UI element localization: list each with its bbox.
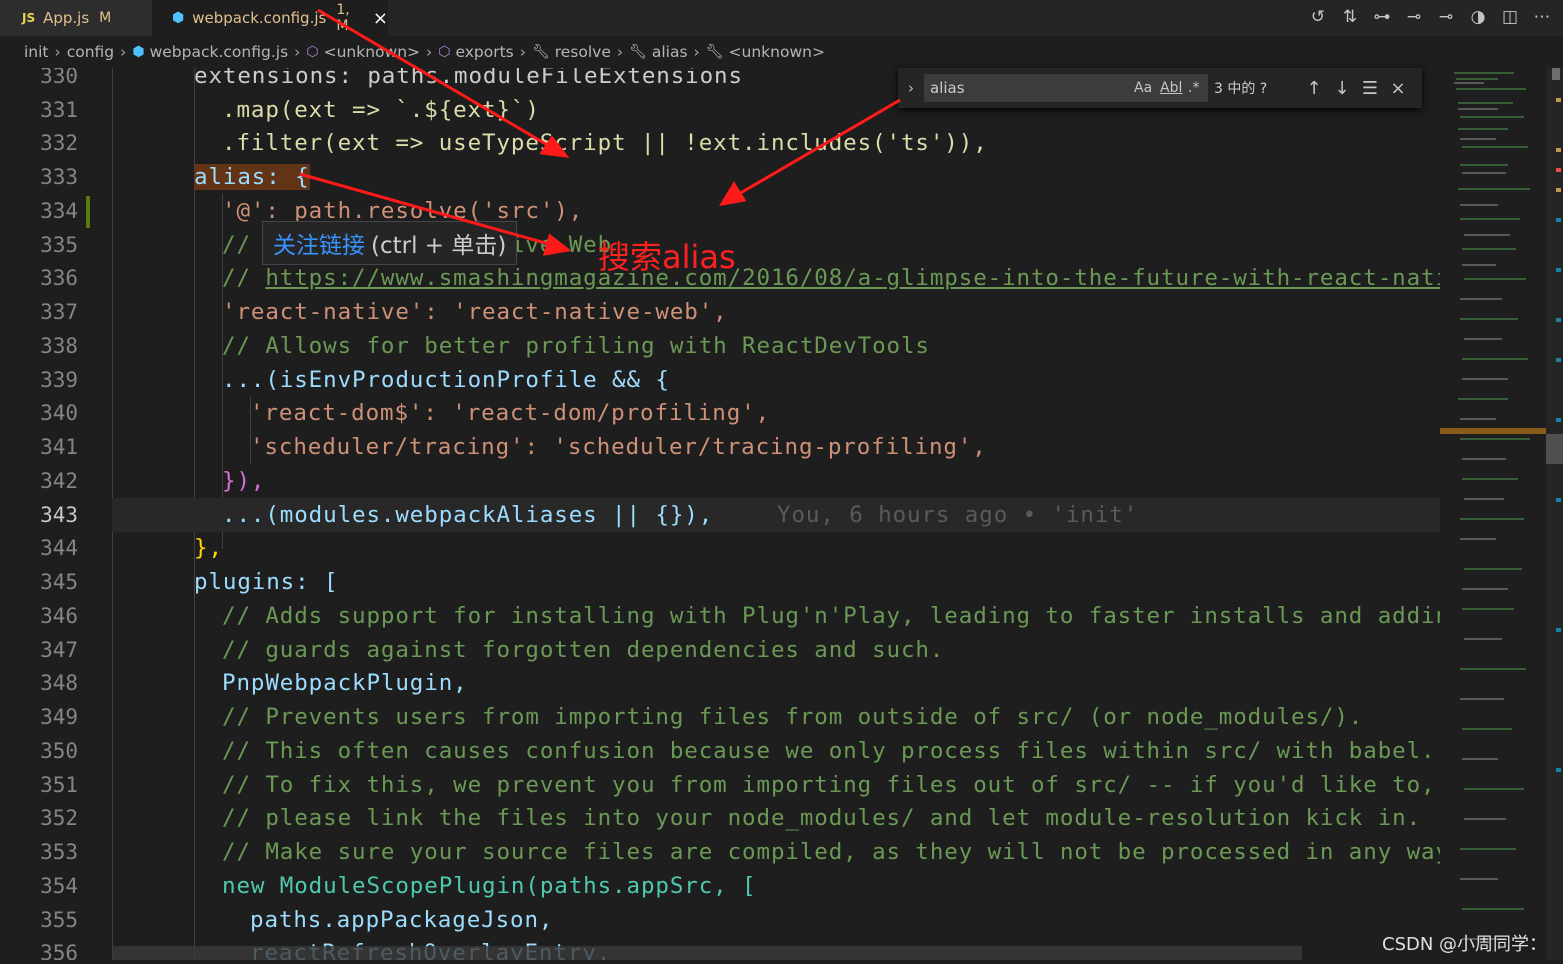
watermark: CSDN @小周同学：: [1382, 934, 1548, 955]
annotation-label: 搜索alias: [598, 238, 736, 276]
annotation-arrows: [299, 8, 901, 256]
arrow-head: [719, 181, 747, 207]
arrow-from-find: [731, 98, 901, 200]
arrow-from-alias: [299, 172, 557, 248]
arrow-head: [542, 233, 572, 256]
arrow-head: [539, 135, 570, 158]
arrow-to-tab: [317, 8, 557, 152]
